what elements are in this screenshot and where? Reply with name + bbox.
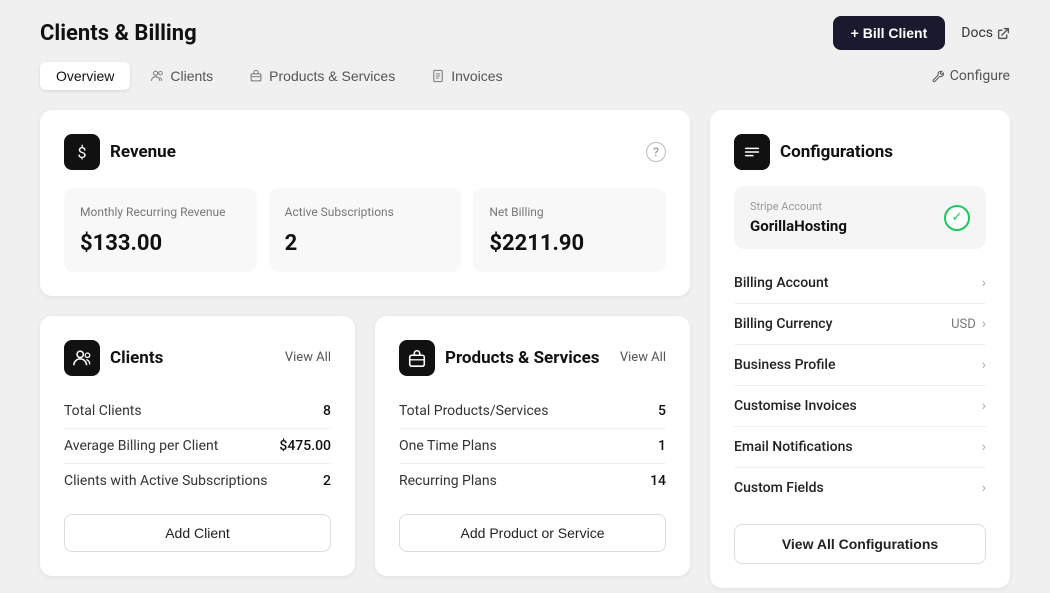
stat-one-time: One Time Plans 1 bbox=[399, 429, 666, 464]
net-billing-label: Net Billing bbox=[489, 204, 650, 221]
customise-invoices-label: Customise Invoices bbox=[734, 398, 857, 414]
invoices-tab-label: Invoices bbox=[451, 68, 502, 84]
billing-currency-value: USD bbox=[951, 317, 976, 332]
config-row-billing-account[interactable]: Billing Account › bbox=[734, 263, 986, 304]
email-notifications-label: Email Notifications bbox=[734, 439, 853, 455]
business-profile-chevron: › bbox=[982, 357, 986, 373]
billing-account-label: Billing Account bbox=[734, 275, 828, 291]
clients-card: Clients View All Total Clients 8 Average… bbox=[40, 316, 355, 576]
box-icon bbox=[249, 69, 263, 83]
external-link-icon bbox=[997, 27, 1010, 40]
stat-total-products: Total Products/Services 5 bbox=[399, 394, 666, 429]
docs-link[interactable]: Docs bbox=[961, 25, 1010, 41]
stat-total-clients: Total Clients 8 bbox=[64, 394, 331, 429]
avg-billing-value: $475.00 bbox=[279, 438, 331, 454]
invoice-icon bbox=[431, 69, 445, 83]
configurations-icon bbox=[734, 134, 770, 170]
bill-client-button[interactable]: + Bill Client bbox=[833, 16, 946, 50]
customise-invoices-chevron: › bbox=[982, 398, 986, 414]
total-clients-label: Total Clients bbox=[64, 403, 142, 419]
config-row-custom-fields[interactable]: Custom Fields › bbox=[734, 468, 986, 508]
metric-subscriptions: Active Subscriptions 2 bbox=[269, 188, 462, 272]
total-clients-value: 8 bbox=[323, 403, 331, 419]
page-title: Clients & Billing bbox=[40, 21, 197, 46]
top-bar: Clients & Billing + Bill Client Docs bbox=[0, 0, 1050, 62]
custom-fields-chevron: › bbox=[982, 480, 986, 496]
products-stats: Total Products/Services 5 One Time Plans… bbox=[399, 394, 666, 498]
products-title: Products & Services bbox=[445, 348, 600, 368]
metric-net-billing: Net Billing $2211.90 bbox=[473, 188, 666, 272]
email-notifications-chevron: › bbox=[982, 439, 986, 455]
revenue-icon: $ bbox=[64, 134, 100, 170]
stat-active-subscriptions: Clients with Active Subscriptions 2 bbox=[64, 464, 331, 498]
config-row-email-notifications[interactable]: Email Notifications › bbox=[734, 427, 986, 468]
stripe-label: Stripe Account bbox=[750, 200, 847, 213]
tab-products[interactable]: Products & Services bbox=[233, 62, 411, 90]
active-subscriptions-label: Clients with Active Subscriptions bbox=[64, 473, 267, 489]
tab-invoices[interactable]: Invoices bbox=[415, 62, 518, 90]
subscriptions-label: Active Subscriptions bbox=[285, 204, 446, 221]
metric-mrr: Monthly Recurring Revenue $133.00 bbox=[64, 188, 257, 272]
clients-icon bbox=[64, 340, 100, 376]
stripe-account-box: Stripe Account GorillaHosting ✓ bbox=[734, 186, 986, 249]
stat-avg-billing: Average Billing per Client $475.00 bbox=[64, 429, 331, 464]
add-client-button[interactable]: Add Client bbox=[64, 514, 331, 552]
total-products-label: Total Products/Services bbox=[399, 403, 548, 419]
net-billing-value: $2211.90 bbox=[489, 231, 650, 256]
add-product-button[interactable]: Add Product or Service bbox=[399, 514, 666, 552]
one-time-label: One Time Plans bbox=[399, 438, 497, 454]
configure-label: Configure bbox=[950, 68, 1010, 84]
revenue-metrics: Monthly Recurring Revenue $133.00 Active… bbox=[64, 188, 666, 272]
clients-view-all[interactable]: View All bbox=[285, 350, 331, 365]
clients-title: Clients bbox=[110, 348, 163, 368]
recurring-label: Recurring Plans bbox=[399, 473, 497, 489]
total-products-value: 5 bbox=[658, 403, 666, 419]
billing-currency-chevron: › bbox=[982, 316, 986, 332]
config-rows: Billing Account › Billing Currency USD ›… bbox=[734, 263, 986, 508]
users-icon bbox=[150, 69, 164, 83]
nav-bar: Overview Clients Products & Services Inv… bbox=[0, 62, 1050, 90]
stat-recurring: Recurring Plans 14 bbox=[399, 464, 666, 498]
subscriptions-value: 2 bbox=[285, 231, 446, 256]
mrr-label: Monthly Recurring Revenue bbox=[80, 204, 241, 221]
tab-overview[interactable]: Overview bbox=[40, 62, 130, 90]
active-subscriptions-value: 2 bbox=[323, 473, 331, 489]
overview-label: Overview bbox=[56, 68, 114, 84]
billing-account-chevron: › bbox=[982, 275, 986, 291]
revenue-card: $ Revenue ? Monthly Recurring Revenue $1… bbox=[40, 110, 690, 296]
products-view-all[interactable]: View All bbox=[620, 350, 666, 365]
config-row-billing-currency[interactable]: Billing Currency USD › bbox=[734, 304, 986, 345]
avg-billing-label: Average Billing per Client bbox=[64, 438, 218, 454]
stripe-check-icon: ✓ bbox=[944, 205, 970, 231]
configurations-title: Configurations bbox=[780, 142, 893, 162]
mrr-value: $133.00 bbox=[80, 231, 241, 256]
products-icon bbox=[399, 340, 435, 376]
products-tab-label: Products & Services bbox=[269, 68, 395, 84]
one-time-value: 1 bbox=[658, 438, 666, 454]
stripe-name: GorillaHosting bbox=[750, 217, 847, 235]
help-icon[interactable]: ? bbox=[646, 142, 666, 162]
wrench-icon bbox=[931, 69, 945, 83]
custom-fields-label: Custom Fields bbox=[734, 480, 824, 496]
business-profile-label: Business Profile bbox=[734, 357, 835, 373]
clients-stats: Total Clients 8 Average Billing per Clie… bbox=[64, 394, 331, 498]
config-row-customise-invoices[interactable]: Customise Invoices › bbox=[734, 386, 986, 427]
revenue-title: Revenue bbox=[110, 142, 176, 162]
clients-tab-label: Clients bbox=[170, 68, 213, 84]
billing-currency-label: Billing Currency bbox=[734, 316, 832, 332]
docs-label: Docs bbox=[961, 25, 993, 41]
tab-clients[interactable]: Clients bbox=[134, 62, 229, 90]
view-all-configurations-button[interactable]: View All Configurations bbox=[734, 524, 986, 564]
products-card: Products & Services View All Total Produ… bbox=[375, 316, 690, 576]
config-row-business-profile[interactable]: Business Profile › bbox=[734, 345, 986, 386]
configure-link[interactable]: Configure bbox=[931, 68, 1010, 84]
configurations-card: Configurations Stripe Account GorillaHos… bbox=[710, 110, 1010, 588]
recurring-value: 14 bbox=[650, 473, 666, 489]
